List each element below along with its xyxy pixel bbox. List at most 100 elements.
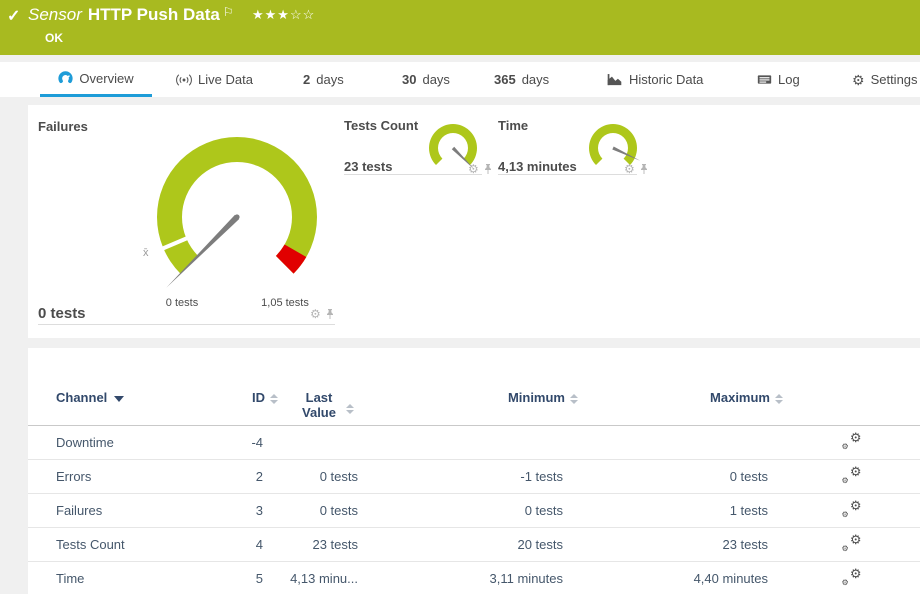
channel-name[interactable]: Downtime [28, 425, 228, 459]
channel-minimum [373, 425, 578, 459]
tab-label: days [422, 72, 449, 87]
tab-bar: Overview Live Data 2 days 30 days 365 da… [0, 62, 920, 97]
column-header-channel[interactable]: Channel [28, 348, 228, 425]
tab-settings[interactable]: ⚙ Settings [852, 62, 918, 97]
channel-id: -4 [228, 425, 278, 459]
column-header-last-value[interactable]: Last Value [278, 348, 373, 425]
tab-number: 30 [402, 72, 416, 87]
tab-label: Live Data [198, 72, 253, 87]
failures-card-title: Failures [38, 119, 88, 134]
channel-id: 4 [228, 527, 278, 561]
column-header-minimum[interactable]: Minimum [373, 348, 578, 425]
table-row-errors: Errors 2 0 tests -1 tests 0 tests ⚙⚙ [28, 459, 920, 493]
tab-live-data[interactable]: Live Data [176, 62, 253, 97]
log-icon [757, 73, 772, 86]
channels-table: Channel ID Last Value Minimum Maximum [28, 348, 920, 594]
failures-card-actions: ⚙ [310, 308, 335, 320]
failures-current-value: 0 tests [38, 305, 86, 322]
divider [38, 324, 335, 325]
channel-last-value: 0 tests [278, 459, 373, 493]
historic-chart-icon [606, 73, 623, 87]
divider [344, 174, 482, 175]
sort-icon [775, 394, 783, 404]
sensor-title-line: Sensor HTTP Push Data⚐ [28, 5, 234, 25]
gauges-panel: Failures x̄ 0 tests 1,05 tests 0 tests ⚙… [28, 105, 920, 338]
channel-name[interactable]: Tests Count [28, 527, 228, 561]
channel-id: 3 [228, 493, 278, 527]
channel-name[interactable]: Time [28, 561, 228, 594]
tab-label: Overview [79, 71, 133, 86]
tab-label: Settings [871, 72, 918, 87]
flag-icon[interactable]: ⚐ [223, 5, 234, 19]
tab-number: 2 [303, 72, 310, 87]
channels-panel: Channel ID Last Value Minimum Maximum [28, 348, 920, 594]
tab-label: days [522, 72, 549, 87]
live-data-icon [176, 73, 192, 87]
channel-last-value [278, 425, 373, 459]
channel-name[interactable]: Errors [28, 459, 228, 493]
average-marker-label: x̄ [143, 247, 149, 259]
channel-settings-icon[interactable]: ⚙⚙ [842, 534, 862, 552]
tests-count-card-title: Tests Count [344, 118, 418, 133]
sort-icon [346, 404, 354, 414]
tab-log[interactable]: Log [757, 62, 800, 97]
priority-stars[interactable]: ★★★☆☆ [252, 7, 315, 23]
tab-overview[interactable]: Overview [40, 62, 152, 97]
table-row-failures: Failures 3 0 tests 0 tests 1 tests ⚙⚙ [28, 493, 920, 527]
channel-maximum: 23 tests [578, 527, 783, 561]
gauge-scale-min: 0 tests [166, 297, 198, 309]
tab-30-days[interactable]: 30 days [402, 62, 450, 97]
channel-last-value: 0 tests [278, 493, 373, 527]
pin-icon[interactable] [325, 308, 335, 320]
page-title: HTTP Push Data [88, 5, 220, 24]
channel-settings-icon[interactable]: ⚙⚙ [842, 432, 862, 450]
table-row-downtime: Downtime -4 ⚙⚙ [28, 425, 920, 459]
tab-2-days[interactable]: 2 days [303, 62, 344, 97]
tab-label: Log [778, 72, 800, 87]
tab-historic-data[interactable]: Historic Data [606, 62, 703, 97]
channel-settings-icon[interactable]: ⚙⚙ [842, 500, 862, 518]
channel-minimum: 20 tests [373, 527, 578, 561]
tab-number: 365 [494, 72, 516, 87]
channel-minimum: 3,11 minutes [373, 561, 578, 594]
time-current-value: 4,13 minutes [498, 159, 577, 174]
gauge-icon [58, 71, 73, 86]
channel-maximum: 4,40 minutes [578, 561, 783, 594]
column-header-actions [783, 348, 920, 425]
status-badge: OK [45, 31, 63, 45]
channel-settings-icon[interactable]: ⚙⚙ [842, 466, 862, 484]
channel-last-value: 4,13 minu... [278, 561, 373, 594]
channel-minimum: 0 tests [373, 493, 578, 527]
sort-icon [270, 394, 278, 404]
column-header-maximum[interactable]: Maximum [578, 348, 783, 425]
pin-icon[interactable] [639, 163, 649, 175]
gear-icon[interactable]: ⚙ [310, 308, 321, 320]
tab-365-days[interactable]: 365 days [494, 62, 549, 97]
channel-id: 5 [228, 561, 278, 594]
channel-id: 2 [228, 459, 278, 493]
channel-maximum [578, 425, 783, 459]
channel-maximum: 1 tests [578, 493, 783, 527]
divider [498, 174, 637, 175]
failures-gauge: x̄ [142, 122, 332, 312]
column-header-id[interactable]: ID [228, 348, 278, 425]
tab-label: days [316, 72, 343, 87]
prtg-sensor-page: ✓ Sensor HTTP Push Data⚐ ★★★☆☆ OK Overvie… [0, 0, 920, 594]
channel-maximum: 0 tests [578, 459, 783, 493]
table-header-row: Channel ID Last Value Minimum Maximum [28, 348, 920, 425]
channel-last-value: 23 tests [278, 527, 373, 561]
sensor-header: ✓ Sensor HTTP Push Data⚐ ★★★☆☆ OK [0, 0, 920, 55]
channel-minimum: -1 tests [373, 459, 578, 493]
time-card-title: Time [498, 118, 528, 133]
gauge-scale-max: 1,05 tests [261, 297, 309, 309]
settings-gear-icon: ⚙ [852, 73, 865, 87]
table-row-tests-count: Tests Count 4 23 tests 20 tests 23 tests… [28, 527, 920, 561]
sensor-type-label: Sensor [28, 5, 82, 24]
status-check-icon: ✓ [7, 6, 20, 26]
pin-icon[interactable] [483, 163, 493, 175]
sort-icon [570, 394, 578, 404]
table-row-time: Time 5 4,13 minu... 3,11 minutes 4,40 mi… [28, 561, 920, 594]
channel-settings-icon[interactable]: ⚙⚙ [842, 568, 862, 586]
tests-count-current-value: 23 tests [344, 159, 392, 174]
channel-name[interactable]: Failures [28, 493, 228, 527]
